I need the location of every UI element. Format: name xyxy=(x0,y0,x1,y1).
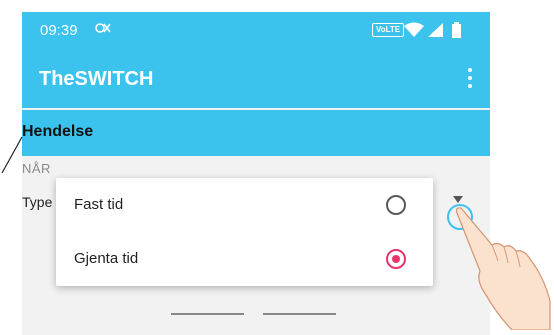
option-label: Fast tid xyxy=(74,196,124,213)
app-bar: TheSWITCH xyxy=(22,48,490,108)
status-bar: 09:39 VoLTE xyxy=(22,12,490,48)
status-time: 09:39 xyxy=(40,22,78,39)
notification-app-icon xyxy=(95,21,111,38)
callout-line xyxy=(1,136,23,174)
phone-screen: 09:39 VoLTE TheSWITCH Hendelse NÅR Type xyxy=(22,12,490,335)
section-title: Hendelse xyxy=(22,123,94,140)
option-fast-tid[interactable]: Fast tid xyxy=(56,178,433,232)
type-label: Type xyxy=(22,194,53,210)
type-dropdown-menu: Fast tid Gjenta tid xyxy=(56,178,433,286)
underline-right xyxy=(263,313,336,315)
underline-left xyxy=(171,313,244,315)
more-vert-icon[interactable] xyxy=(462,66,478,90)
volte-badge: VoLTE xyxy=(372,23,405,37)
wifi-icon xyxy=(404,22,424,43)
signal-icon xyxy=(428,22,444,43)
hand-pointer-icon xyxy=(455,207,551,330)
radio-unselected[interactable] xyxy=(386,195,406,215)
section-header: Hendelse xyxy=(22,110,490,156)
radio-selected[interactable] xyxy=(386,249,406,269)
battery-icon xyxy=(452,22,461,43)
option-label: Gjenta tid xyxy=(74,250,139,267)
when-label: NÅR xyxy=(22,161,51,176)
option-gjenta-tid[interactable]: Gjenta tid xyxy=(56,232,433,286)
dropdown-arrow-icon[interactable] xyxy=(453,196,463,203)
app-title: TheSWITCH xyxy=(39,68,154,90)
